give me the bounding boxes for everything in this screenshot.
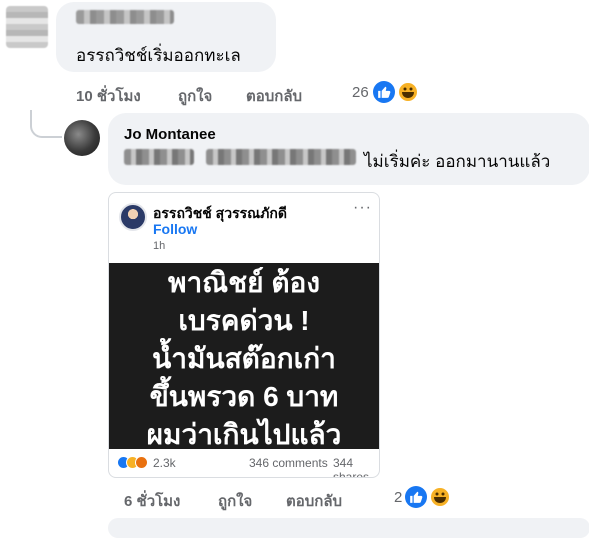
- like-link[interactable]: ถูกใจ: [178, 84, 212, 108]
- post-author-avatar[interactable]: [119, 203, 147, 231]
- reply-text: ไม่เริ่มค่ะ ออกมานานแล้ว: [364, 152, 551, 171]
- thread-connector: [30, 110, 62, 138]
- like-reaction-icon: [405, 486, 427, 508]
- comment-text: อรรถวิชช์เริ่มออกทะเล: [76, 46, 241, 65]
- comment-time[interactable]: 10 ชั่วโมง: [76, 84, 141, 108]
- post-image[interactable]: พาณิชย์ ต้อง เบรคด่วน ! น้ำมันสต๊อกเก่า …: [109, 263, 379, 449]
- post-comment-count[interactable]: 346 comments: [249, 456, 328, 470]
- commenter-avatar-blurred[interactable]: [6, 6, 48, 48]
- tagged-name-blurred[interactable]: [206, 149, 356, 165]
- like-link[interactable]: ถูกใจ: [218, 489, 252, 513]
- reply-link[interactable]: ตอบกลับ: [286, 489, 342, 513]
- post-image-line: น้ำมันสต๊อกเก่า: [152, 343, 336, 374]
- angry-reaction-icon: [135, 456, 148, 469]
- more-options-icon[interactable]: ···: [353, 199, 372, 217]
- post-image-line: ผมว่าเกินไปแล้ว: [146, 419, 342, 449]
- reaction-count[interactable]: 2: [394, 489, 402, 506]
- post-time[interactable]: 1h: [153, 240, 165, 252]
- commenter-name-blurred[interactable]: [76, 10, 174, 24]
- reply-author[interactable]: Jo Montanee: [124, 126, 216, 143]
- shared-post-card[interactable]: อรรถวิชช์ สุวรรณภักดี Follow 1h ··· พาณิ…: [108, 192, 380, 478]
- post-footer: 2.3k 346 comments 344 shares: [109, 451, 379, 477]
- reaction-icons[interactable]: [405, 485, 453, 511]
- haha-reaction-icon: [429, 486, 451, 508]
- post-image-line: ขึ้นพรวด 6 บาท: [149, 381, 339, 412]
- post-share-count[interactable]: 344 shares: [333, 456, 379, 477]
- post-image-line: พาณิชย์ ต้อง: [167, 267, 321, 298]
- like-reaction-icon: [373, 81, 395, 103]
- reply-link[interactable]: ตอบกลับ: [246, 84, 302, 108]
- post-reaction-count[interactable]: 2.3k: [153, 456, 176, 470]
- reaction-count[interactable]: 26: [352, 84, 369, 101]
- follow-button[interactable]: Follow: [153, 221, 197, 237]
- next-reply-bubble: [108, 518, 589, 538]
- tagged-name-blurred[interactable]: [124, 149, 194, 165]
- post-image-line: เบรคด่วน !: [178, 305, 310, 336]
- reaction-icons[interactable]: [373, 80, 421, 106]
- reply-avatar[interactable]: [64, 120, 100, 156]
- reply-time[interactable]: 6 ชั่วโมง: [124, 489, 180, 513]
- haha-reaction-icon: [397, 81, 419, 103]
